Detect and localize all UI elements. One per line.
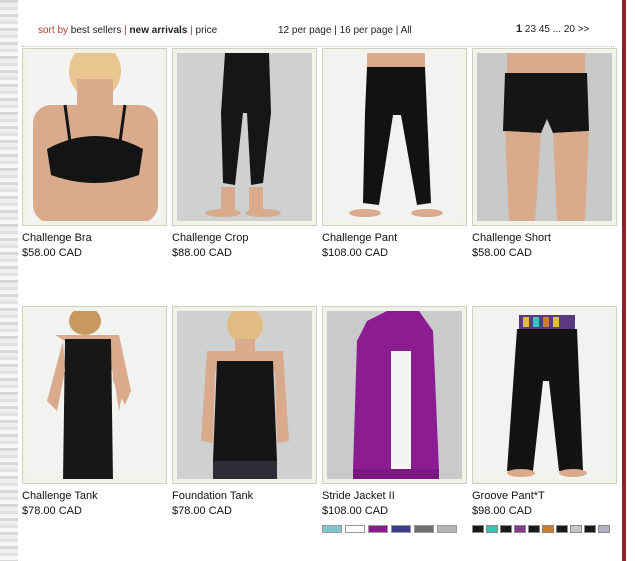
listing-toolbar: sort by best sellers | new arrivals | pr… xyxy=(22,8,614,47)
product-tile-challenge-crop: Challenge Crop $88.00 CAD xyxy=(172,48,317,259)
per-page-12-link[interactable]: 12 per page xyxy=(278,25,331,36)
color-swatch[interactable] xyxy=(528,525,540,533)
separator: | xyxy=(190,25,193,36)
color-swatch[interactable] xyxy=(322,525,342,533)
product-price: $108.00 CAD xyxy=(322,505,389,517)
product-image[interactable] xyxy=(322,306,467,484)
product-name[interactable]: Stride Jacket II xyxy=(322,490,395,502)
page-ellipsis: ... xyxy=(552,24,562,35)
color-swatch[interactable] xyxy=(598,525,610,533)
product-name[interactable]: Challenge Crop xyxy=(172,232,248,244)
product-image[interactable] xyxy=(172,306,317,484)
product-tile-challenge-short: Challenge Short $58.00 CAD xyxy=(472,48,617,259)
product-image[interactable] xyxy=(22,306,167,484)
per-page-all-link[interactable]: All xyxy=(401,25,412,36)
separator: | xyxy=(395,25,399,36)
product-image[interactable] xyxy=(22,48,167,226)
product-name[interactable]: Challenge Bra xyxy=(22,232,92,244)
color-swatch[interactable] xyxy=(500,525,512,533)
product-tile-groove-pant-t: Groove Pant*T $98.00 CAD xyxy=(472,306,617,533)
per-page-controls: 12 per page | 16 per page | All xyxy=(278,25,412,36)
decorative-left-border xyxy=(0,0,18,561)
product-price: $78.00 CAD xyxy=(22,505,82,517)
color-swatch[interactable] xyxy=(368,525,388,533)
product-tile-stride-jacket-ii: Stride Jacket II $108.00 CAD xyxy=(322,306,467,533)
page-current: 1 xyxy=(516,23,523,35)
per-page-16-link[interactable]: 16 per page xyxy=(340,25,393,36)
product-name[interactable]: Foundation Tank xyxy=(172,490,253,502)
product-name[interactable]: Challenge Short xyxy=(472,232,551,244)
product-photo xyxy=(477,311,612,479)
color-swatch[interactable] xyxy=(414,525,434,533)
product-tile-foundation-tank: Foundation Tank $78.00 CAD xyxy=(172,306,317,517)
product-tile-challenge-tank: Challenge Tank $78.00 CAD xyxy=(22,306,167,517)
pagination: 1 23 45 ... 20 >> xyxy=(516,23,589,35)
sort-label: sort by xyxy=(38,25,69,36)
product-image[interactable] xyxy=(172,48,317,226)
product-image[interactable] xyxy=(472,48,617,226)
color-swatch[interactable] xyxy=(486,525,498,533)
color-swatch[interactable] xyxy=(472,525,484,533)
page-next-link[interactable]: >> xyxy=(578,24,590,35)
page-3-link[interactable]: 3 xyxy=(530,24,536,35)
sort-best-sellers-link[interactable]: best sellers xyxy=(71,25,122,36)
product-price: $88.00 CAD xyxy=(172,247,232,259)
product-photo xyxy=(327,53,462,221)
color-swatch[interactable] xyxy=(542,525,554,533)
product-price: $78.00 CAD xyxy=(172,505,232,517)
product-price: $58.00 CAD xyxy=(472,247,532,259)
sort-price-link[interactable]: price xyxy=(196,25,218,36)
decorative-right-border xyxy=(622,0,635,561)
product-price: $98.00 CAD xyxy=(472,505,532,517)
product-photo xyxy=(177,311,312,479)
product-name[interactable]: Groove Pant*T xyxy=(472,490,545,502)
product-name[interactable]: Challenge Tank xyxy=(22,490,98,502)
page-20-link[interactable]: 20 xyxy=(564,24,575,35)
product-image[interactable] xyxy=(472,306,617,484)
product-price: $58.00 CAD xyxy=(22,247,82,259)
color-swatches xyxy=(472,525,610,533)
color-swatch[interactable] xyxy=(345,525,365,533)
sort-new-arrivals-link[interactable]: new arrivals xyxy=(130,25,188,36)
color-swatch[interactable] xyxy=(556,525,568,533)
color-swatch[interactable] xyxy=(391,525,411,533)
product-image[interactable] xyxy=(322,48,467,226)
separator: | xyxy=(334,25,337,36)
color-swatch[interactable] xyxy=(570,525,582,533)
product-photo xyxy=(27,53,162,221)
product-photo xyxy=(27,311,162,479)
product-photo xyxy=(477,53,612,221)
product-price: $108.00 CAD xyxy=(322,247,389,259)
color-swatches xyxy=(322,525,457,533)
separator: | xyxy=(124,25,127,36)
product-photo xyxy=(177,53,312,221)
color-swatch[interactable] xyxy=(514,525,526,533)
product-tile-challenge-bra: Challenge Bra $58.00 CAD xyxy=(22,48,167,259)
color-swatch[interactable] xyxy=(584,525,596,533)
color-swatch[interactable] xyxy=(437,525,457,533)
product-name[interactable]: Challenge Pant xyxy=(322,232,397,244)
sort-controls: sort by best sellers | new arrivals | pr… xyxy=(38,25,217,36)
product-photo xyxy=(327,311,462,479)
page-5-link[interactable]: 5 xyxy=(544,24,550,35)
product-tile-challenge-pant: Challenge Pant $108.00 CAD xyxy=(322,48,467,259)
